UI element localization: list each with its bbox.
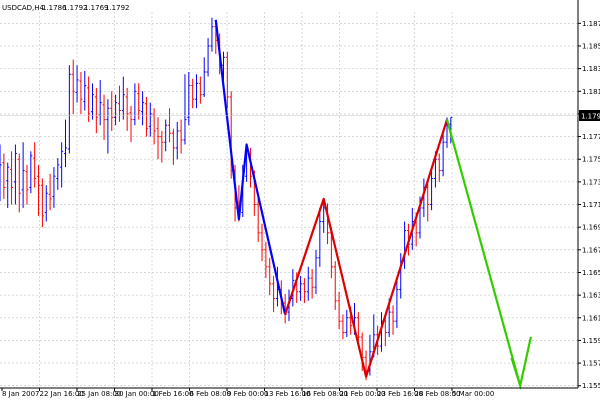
price-bar xyxy=(160,130,164,163)
price-bar xyxy=(168,108,172,143)
y-tick-label: 1.1595 xyxy=(582,337,600,345)
price-bar xyxy=(21,142,25,208)
price-bar xyxy=(191,78,195,109)
price-bar xyxy=(183,74,187,145)
y-tick-label: 1.1555 xyxy=(582,382,600,390)
price-bar xyxy=(268,257,272,296)
price-bar xyxy=(83,70,87,111)
y-tick-label: 1.1855 xyxy=(582,42,600,50)
price-bar xyxy=(2,153,6,199)
price-bar xyxy=(391,305,395,335)
price-bar xyxy=(25,164,29,205)
axes xyxy=(0,0,579,389)
price-bar xyxy=(337,291,341,330)
y-tick-label: 1.1695 xyxy=(582,224,600,232)
price-bar xyxy=(314,249,318,294)
current-price-value: 1.1791 xyxy=(581,113,600,121)
price-axis-labels: 1.18751.18551.18351.18151.17951.17751.17… xyxy=(578,20,600,390)
x-tick-label: 6 Feb 08:00 xyxy=(190,390,231,398)
x-tick-label: 8 Jan 2007 xyxy=(2,390,40,398)
price-bar xyxy=(13,144,17,205)
price-bar xyxy=(98,79,102,126)
price-bar xyxy=(33,142,37,188)
price-bar xyxy=(299,275,303,301)
price-bar xyxy=(60,142,64,188)
price-bar xyxy=(44,185,48,222)
price-bar xyxy=(17,153,21,213)
grid xyxy=(0,12,578,388)
y-tick-label: 1.1875 xyxy=(582,20,600,28)
y-tick-label: 1.1735 xyxy=(582,178,600,186)
price-bar xyxy=(64,119,68,168)
chart-window[interactable]: 1.18751.18551.18351.18151.17951.17751.17… xyxy=(0,0,600,400)
price-bar xyxy=(71,59,75,114)
price-bar xyxy=(437,153,441,182)
price-bar xyxy=(310,269,314,299)
price-bar xyxy=(164,119,168,152)
x-tick-label: 5 Mar 00:00 xyxy=(452,390,494,398)
y-tick-label: 1.1655 xyxy=(582,269,600,277)
y-tick-label: 1.1675 xyxy=(582,246,600,254)
price-bar xyxy=(87,76,91,122)
y-tick-label: 1.1775 xyxy=(582,133,600,141)
symbol-label: USDCAD,H4 xyxy=(2,4,45,12)
y-tick-label: 1.1815 xyxy=(582,88,600,96)
price-bar xyxy=(110,91,114,131)
price-bar xyxy=(102,94,106,140)
price-bar xyxy=(121,76,125,120)
price-bar xyxy=(260,223,264,262)
y-tick-label: 1.1615 xyxy=(582,314,600,322)
price-bar xyxy=(395,280,399,328)
price-bar xyxy=(79,72,83,114)
price-bar xyxy=(156,117,160,160)
price-bar xyxy=(144,96,148,137)
price-bar xyxy=(133,83,137,126)
price-bar xyxy=(198,76,202,104)
price-bar xyxy=(141,91,145,126)
symbol-header: USDCAD,H4 1.1786 1.1792 1.1769 1.1792 xyxy=(2,4,130,12)
price-bar xyxy=(302,278,306,304)
y-tick-label: 1.1715 xyxy=(582,201,600,209)
price-bar xyxy=(52,167,56,208)
price-bar xyxy=(272,275,276,313)
price-bar xyxy=(29,151,33,194)
price-bar xyxy=(67,65,71,154)
price-bar xyxy=(6,162,10,208)
price-bar xyxy=(403,221,407,270)
price-bar xyxy=(187,72,191,126)
price-bar xyxy=(341,314,345,340)
price-chart[interactable]: 1.18751.18551.18351.18151.17951.17751.17… xyxy=(0,0,600,400)
price-bar xyxy=(106,99,110,154)
price-bar xyxy=(306,266,310,301)
price-bar xyxy=(210,17,214,52)
price-bar xyxy=(75,65,79,103)
current-price-marker: 1.1791 xyxy=(0,110,600,121)
price-bar xyxy=(40,178,44,228)
price-bar xyxy=(94,87,98,134)
price-bar xyxy=(0,144,2,202)
price-bar xyxy=(345,309,349,338)
y-tick-label: 1.1835 xyxy=(582,65,600,73)
price-bar xyxy=(56,158,60,190)
price-bar xyxy=(206,38,210,77)
pattern-line xyxy=(284,119,449,378)
price-bars xyxy=(0,17,453,381)
y-tick-label: 1.1575 xyxy=(582,360,600,368)
y-tick-label: 1.1635 xyxy=(582,292,600,300)
x-tick-label: 1 Feb 16:00 xyxy=(152,390,193,398)
time-axis-labels: 8 Jan 2007 22 Jan 16:0025 Jan 08:0030 Jan… xyxy=(1,388,494,398)
price-bar xyxy=(148,102,152,137)
price-bar xyxy=(175,121,179,160)
price-bar xyxy=(125,87,129,131)
price-bar xyxy=(225,51,229,109)
y-tick-label: 1.1755 xyxy=(582,156,600,164)
price-bar xyxy=(333,261,337,310)
x-tick-label: 9 Feb 00:00 xyxy=(227,390,268,398)
close-price: 1.1792 xyxy=(105,4,130,12)
